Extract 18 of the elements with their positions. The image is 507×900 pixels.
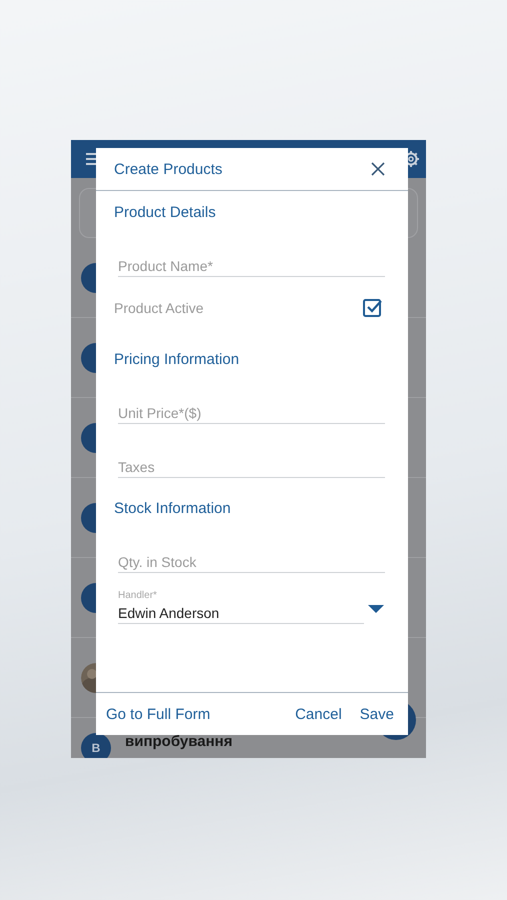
checkbox[interactable] [363,298,383,318]
full-form-link[interactable]: Go to Full Form [100,702,216,726]
close-icon[interactable] [371,162,385,176]
section-title: Stock Information [114,499,231,519]
input-field[interactable]: Unit Price*($) [118,403,385,424]
section-title: Product Details [114,203,216,223]
input-field[interactable]: Qty. in Stock [118,552,385,573]
input-field[interactable]: Taxes [118,457,385,478]
caret-icon[interactable] [367,604,385,614]
checkbox-label: Product Active [114,300,204,316]
avatar: B [81,733,111,758]
cancel-button[interactable]: Cancel [289,702,348,726]
item-title: випробування [125,733,232,750]
handler-select[interactable]: Handler* Edwin Anderson [118,589,364,624]
save-button[interactable]: Save [354,702,400,726]
input-field[interactable]: Product Name* [118,256,385,277]
dialog-title: Create Products [114,160,222,178]
section-title: Pricing Information [114,350,240,370]
